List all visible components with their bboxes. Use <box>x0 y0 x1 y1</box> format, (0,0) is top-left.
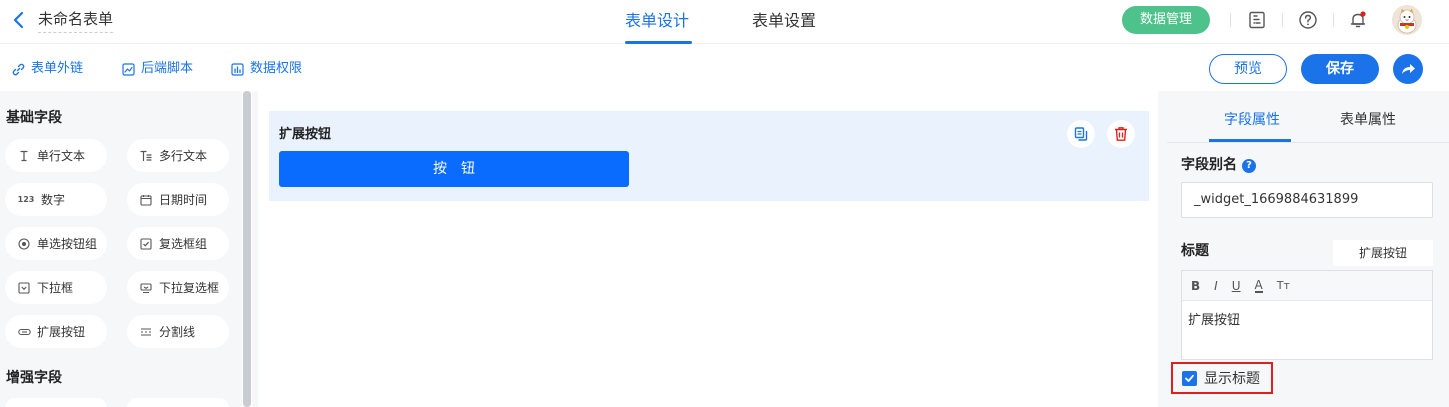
extend-button-preview[interactable]: 按钮 <box>279 151 629 187</box>
tab-field-properties[interactable]: 字段属性 <box>1224 111 1280 129</box>
divider <box>1230 13 1231 27</box>
italic-button[interactable]: I <box>1214 279 1218 293</box>
avatar[interactable] <box>1392 5 1422 35</box>
field-label: 多行文本 <box>159 149 208 163</box>
copy-icon <box>1074 127 1088 141</box>
tab-form-properties[interactable]: 表单属性 <box>1340 111 1396 129</box>
field-label: 单行文本 <box>37 149 86 163</box>
data-permission-link[interactable]: 数据权限 <box>231 60 302 78</box>
data-permission-label: 数据权限 <box>250 61 303 76</box>
copy-widget-button[interactable] <box>1067 120 1095 148</box>
active-tab-indicator <box>625 41 692 44</box>
field-checkbox-group[interactable]: 复选框组 <box>127 227 229 260</box>
help-icon[interactable]: ? <box>1242 159 1256 173</box>
backend-script-link[interactable]: 后端脚本 <box>122 60 193 78</box>
divider-icon <box>139 325 153 339</box>
share-arrow-icon <box>1402 64 1415 74</box>
show-title-label: 显示标题 <box>1204 371 1260 387</box>
checkbox-icon <box>139 237 153 251</box>
divider <box>1282 13 1283 27</box>
delete-widget-button[interactable] <box>1107 120 1135 148</box>
field-number[interactable]: 123 数字 <box>5 183 107 216</box>
trash-icon <box>1115 127 1127 141</box>
field-extend-button[interactable]: 扩展按钮 <box>5 315 107 348</box>
field-datetime[interactable]: 日期时间 <box>127 183 229 216</box>
dropdown-icon <box>17 281 31 295</box>
scrollbar-thumb[interactable] <box>243 91 251 407</box>
form-external-link[interactable]: 表单外链 <box>12 60 83 78</box>
field-label: 下拉复选框 <box>159 281 220 295</box>
backend-script-label: 后端脚本 <box>141 61 194 76</box>
active-tab-indicator <box>1209 139 1291 142</box>
field-chip-partial[interactable] <box>5 398 107 407</box>
button-icon <box>17 325 31 339</box>
editor-toolbar: B I U A Tт <box>1182 271 1432 301</box>
field-label: 下拉框 <box>37 281 74 295</box>
script-icon <box>122 62 135 76</box>
font-size-button[interactable]: Tт <box>1277 279 1290 292</box>
share-button[interactable] <box>1393 54 1423 84</box>
form-title[interactable]: 未命名表单 <box>38 9 114 33</box>
bold-button[interactable]: B <box>1191 279 1200 293</box>
palette-scrollbar[interactable] <box>243 91 251 407</box>
field-alias-input[interactable]: _widget_1669884631899 <box>1181 182 1433 218</box>
alias-label: 字段别名 <box>1181 157 1237 173</box>
field-label: 数字 <box>41 193 66 207</box>
help-icon[interactable] <box>1298 10 1318 30</box>
show-title-checkbox[interactable] <box>1182 370 1197 386</box>
field-dropdown[interactable]: 下拉框 <box>5 271 107 304</box>
preview-button[interactable]: 预览 <box>1209 54 1287 84</box>
dropdown-multi-icon <box>139 281 153 295</box>
alias-label-row: 字段别名? <box>1181 156 1256 174</box>
save-button[interactable]: 保存 <box>1301 54 1379 84</box>
multiline-text-icon <box>139 149 153 163</box>
tab-form-settings[interactable]: 表单设置 <box>752 11 816 31</box>
top-bar: 未命名表单 表单设计 表单设置 数据管理 <box>0 0 1449 44</box>
number-icon: 123 <box>17 195 35 204</box>
field-label: 扩展按钮 <box>37 325 86 339</box>
sub-toolbar: 表单外链 后端脚本 数据权限 预览 保存 <box>0 45 1449 91</box>
radio-icon <box>17 237 31 251</box>
text-cursor-icon <box>17 149 31 163</box>
enhanced-fields-title: 增强字段 <box>6 370 62 386</box>
avatar-cat-icon <box>1392 5 1422 35</box>
check-icon <box>1185 374 1194 382</box>
field-multi-line-text[interactable]: 多行文本 <box>127 139 229 172</box>
data-management-button[interactable]: 数据管理 <box>1122 6 1210 34</box>
title-rich-editor[interactable]: B I U A Tт 扩展按钮 <box>1181 270 1433 360</box>
form-external-link-label: 表单外链 <box>31 61 84 76</box>
calendar-icon <box>139 193 153 207</box>
permission-icon <box>231 62 244 76</box>
field-dropdown-multi[interactable]: 下拉复选框 <box>127 271 229 304</box>
widget-label: 扩展按钮 <box>279 127 332 142</box>
divider <box>1333 13 1334 27</box>
field-label: 单选按钮组 <box>37 237 98 251</box>
underline-button[interactable]: U <box>1232 279 1241 293</box>
field-radio-group[interactable]: 单选按钮组 <box>5 227 107 260</box>
field-label: 复选框组 <box>159 237 208 251</box>
field-label: 日期时间 <box>159 193 208 207</box>
field-single-line-text[interactable]: 单行文本 <box>5 139 107 172</box>
show-title-option[interactable]: 显示标题 <box>1171 362 1273 394</box>
bell-icon[interactable] <box>1348 10 1368 30</box>
back-arrow-icon[interactable] <box>10 10 28 30</box>
form-icon[interactable] <box>1247 10 1267 30</box>
title-value-display[interactable]: 扩展按钮 <box>1333 240 1433 266</box>
link-icon <box>12 63 25 75</box>
tabs-divider <box>1167 142 1449 143</box>
field-divider[interactable]: 分割线 <box>127 315 229 348</box>
editor-content[interactable]: 扩展按钮 <box>1182 301 1432 341</box>
field-chip-partial[interactable] <box>127 398 229 407</box>
title-label: 标题 <box>1181 243 1209 259</box>
basic-fields-title: 基础字段 <box>6 110 62 126</box>
field-label: 分割线 <box>159 325 196 339</box>
tab-form-design[interactable]: 表单设计 <box>625 11 689 31</box>
font-color-button[interactable]: A <box>1254 279 1263 293</box>
